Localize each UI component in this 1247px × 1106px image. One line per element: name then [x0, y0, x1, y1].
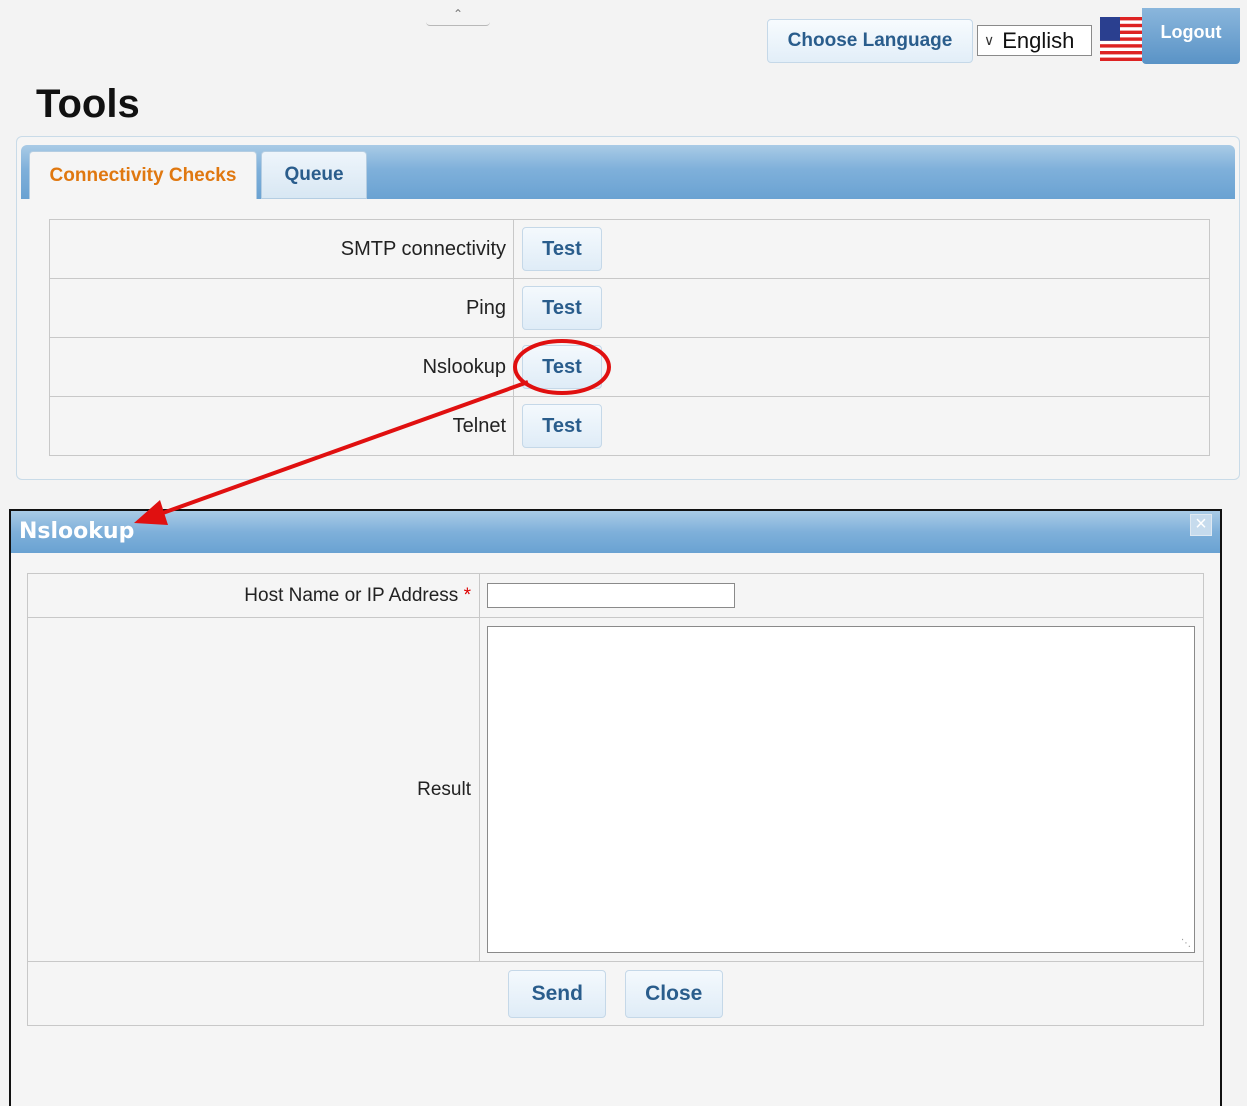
host-input[interactable]	[487, 583, 735, 608]
dialog-header[interactable]: Nslookup ×	[11, 511, 1220, 553]
choose-language-button[interactable]: Choose Language	[767, 19, 973, 63]
check-label: SMTP connectivity	[49, 219, 514, 279]
connectivity-checks-table: SMTP connectivity Test Ping Test Nslooku…	[49, 219, 1210, 456]
smtp-test-button[interactable]: Test	[522, 227, 602, 271]
tab-bar: Connectivity Checks Queue	[21, 145, 1235, 199]
collapse-handle[interactable]: ⌃	[426, 8, 490, 26]
tab-connectivity-checks[interactable]: Connectivity Checks	[29, 151, 257, 199]
table-row: Result ⋱	[27, 617, 1204, 962]
chevron-down-icon: ∨	[984, 32, 995, 48]
send-button[interactable]: Send	[508, 969, 607, 1018]
table-row: Nslookup Test	[49, 337, 1210, 397]
check-label: Telnet	[49, 396, 514, 456]
table-row: Ping Test	[49, 278, 1210, 338]
required-mark: *	[463, 584, 471, 606]
close-icon[interactable]: ×	[1190, 514, 1212, 536]
table-row: Host Name or IP Address *	[27, 573, 1204, 618]
ping-test-button[interactable]: Test	[522, 286, 602, 330]
result-label: Result	[27, 617, 480, 962]
language-select[interactable]: ∨ English	[977, 25, 1092, 56]
check-label: Ping	[49, 278, 514, 338]
tab-queue[interactable]: Queue	[261, 151, 367, 199]
table-row: SMTP connectivity Test	[49, 219, 1210, 279]
nslookup-test-button[interactable]: Test	[522, 345, 602, 389]
telnet-test-button[interactable]: Test	[522, 404, 602, 448]
check-label: Nslookup	[49, 337, 514, 397]
us-flag-icon	[1100, 17, 1142, 61]
button-row: Send Close	[27, 961, 1204, 1026]
host-label: Host Name or IP Address	[244, 584, 459, 606]
resize-grip-icon[interactable]: ⋱	[1181, 938, 1191, 949]
close-button[interactable]: Close	[624, 969, 723, 1018]
table-row: Telnet Test	[49, 396, 1210, 456]
page-title: Tools	[36, 82, 140, 126]
result-textarea[interactable]: ⋱	[487, 626, 1195, 953]
nslookup-form: Host Name or IP Address * Result ⋱ Send …	[27, 573, 1204, 1026]
nslookup-dialog: Nslookup × Host Name or IP Address * Res…	[9, 509, 1222, 1106]
chevron-up-icon: ⌃	[452, 7, 464, 21]
logout-button[interactable]: Logout	[1142, 8, 1240, 64]
tools-panel: Connectivity Checks Queue SMTP connectiv…	[16, 136, 1240, 480]
dialog-title: Nslookup	[19, 519, 135, 544]
language-select-value: English	[1002, 27, 1075, 53]
